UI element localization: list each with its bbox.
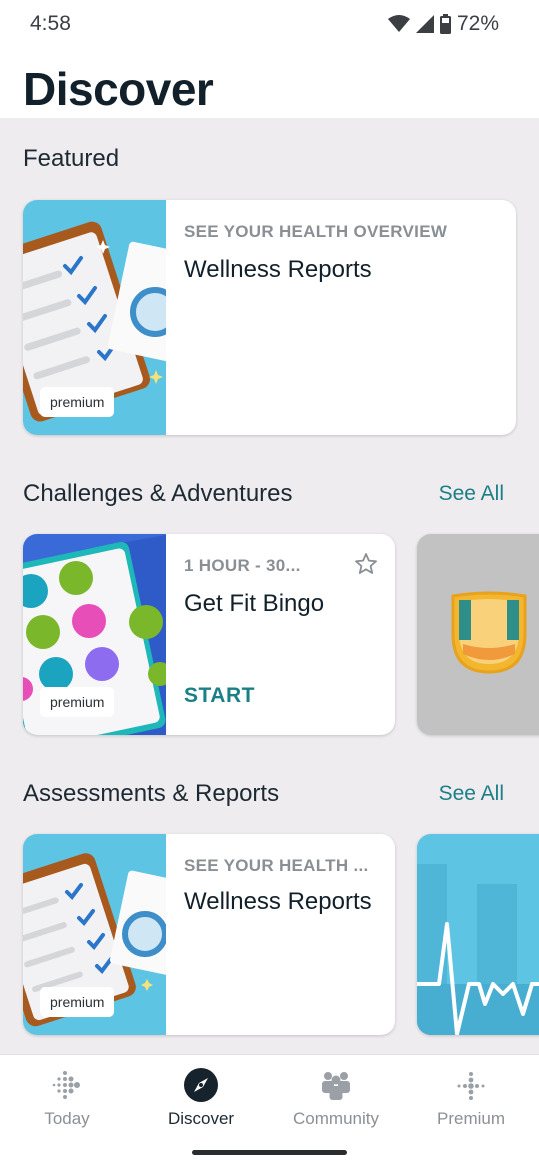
status-time: 4:58 — [30, 12, 71, 35]
nav-label: Today — [44, 1109, 90, 1128]
status-icons: 72% — [387, 12, 499, 36]
start-button[interactable]: START — [184, 684, 255, 708]
card-eyebrow: 1 HOUR - 30... — [184, 556, 301, 575]
assessments-see-all-link[interactable]: See All — [439, 782, 504, 806]
get-fit-bingo-card[interactable]: premium 1 HOUR - 30... Get Fit Bingo STA… — [23, 534, 395, 735]
assessment-wellness-card[interactable]: premium SEE YOUR HEALTH ... Wellness Rep… — [23, 834, 395, 1035]
wellness-illustration: premium — [23, 834, 166, 1035]
premium-badge: premium — [40, 987, 115, 1017]
heartbeat-illustration-icon — [417, 864, 539, 1035]
page-title: Discover — [23, 63, 214, 115]
nav-today[interactable]: Today — [0, 1067, 134, 1129]
cell-signal-icon — [415, 15, 434, 33]
adventure-badge-icon — [451, 591, 527, 674]
nav-premium[interactable]: Premium — [404, 1067, 538, 1129]
battery-percent: 72% — [456, 12, 499, 35]
wellness-illustration: premium — [23, 200, 166, 435]
nav-label: Discover — [167, 1109, 235, 1128]
assessments-section-title: Assessments & Reports — [23, 780, 280, 807]
premium-badge: premium — [40, 387, 115, 417]
card-eyebrow: SEE YOUR HEALTH OVERVIEW — [184, 222, 448, 241]
bingo-illustration: premium — [23, 534, 166, 735]
star-icon[interactable] — [354, 552, 378, 576]
card-eyebrow: SEE YOUR HEALTH ... — [184, 856, 369, 875]
compass-icon — [184, 1068, 218, 1102]
nav-community[interactable]: Community — [269, 1067, 403, 1129]
battery-icon — [439, 14, 451, 34]
nav-discover[interactable]: Discover — [134, 1067, 268, 1129]
featured-section-title: Featured — [23, 145, 120, 172]
gesture-bar[interactable] — [192, 1150, 347, 1155]
adventure-card-peek[interactable] — [417, 534, 539, 735]
premium-badge: premium — [40, 687, 115, 717]
people-icon — [322, 1072, 350, 1100]
status-bar: 4:58 72% — [0, 0, 539, 50]
nav-label: Community — [293, 1109, 379, 1128]
page-header: Discover — [0, 50, 539, 118]
challenges-see-all-link[interactable]: See All — [439, 482, 504, 506]
challenges-section-title: Challenges & Adventures — [23, 480, 293, 507]
card-title: Get Fit Bingo — [184, 590, 325, 617]
wifi-icon — [387, 15, 410, 32]
nav-label: Premium — [436, 1109, 505, 1128]
heart-rate-card-peek[interactable] — [417, 834, 539, 1035]
card-title: Wellness Reports — [184, 256, 372, 283]
card-title: Wellness Reports — [184, 888, 372, 915]
premium-dots-icon — [457, 1072, 485, 1100]
fitbit-dots-icon — [52, 1071, 80, 1099]
featured-wellness-card[interactable]: premium SEE YOUR HEALTH OVERVIEW Wellnes… — [23, 200, 516, 435]
